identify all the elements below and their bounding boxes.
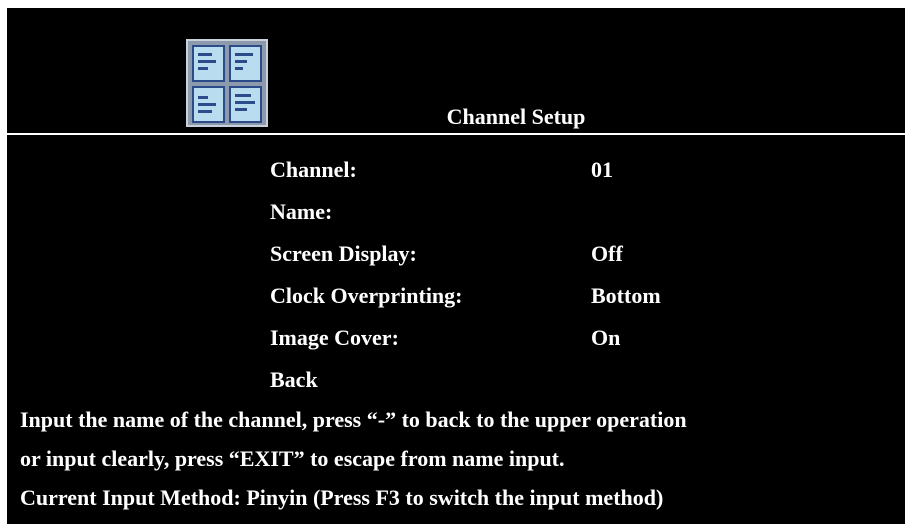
clock-overprinting-value: Bottom [591, 283, 661, 308]
osd-screen: Channel Setup Channel: 01 Name: Screen D… [7, 8, 905, 524]
header-divider [7, 133, 905, 135]
menu-item-screen-display[interactable]: Screen Display: Off [7, 237, 905, 271]
menu-item-label: Screen Display: [270, 241, 417, 266]
channel-value: 01 [591, 157, 613, 182]
menu-item-name[interactable]: Name: [7, 195, 905, 229]
header: Channel Setup [7, 8, 905, 132]
menu-item-label: Image Cover: [270, 325, 399, 350]
menu-item-back[interactable]: Back [7, 363, 905, 397]
menu-item-label: Name: [270, 199, 333, 224]
menu-item-clock-overprinting[interactable]: Clock Overprinting: Bottom [7, 279, 905, 313]
help-line: or input clearly, press “EXIT” to escape… [20, 446, 565, 471]
help-text: Input the name of the channel, press “-”… [20, 400, 900, 517]
menu-item-image-cover[interactable]: Image Cover: On [7, 321, 905, 355]
image-cover-value: On [591, 325, 621, 350]
screen-display-value: Off [591, 241, 623, 266]
input-method-status: Current Input Method: Pinyin (Press F3 t… [20, 485, 664, 510]
menu-item-label: Channel: [270, 157, 357, 182]
page-title: Channel Setup [446, 104, 586, 129]
help-line: Input the name of the channel, press “-”… [20, 407, 687, 432]
menu-item-label: Clock Overprinting: [270, 283, 463, 308]
back-button[interactable]: Back [270, 363, 318, 397]
menu-item-channel[interactable]: Channel: 01 [7, 153, 905, 187]
